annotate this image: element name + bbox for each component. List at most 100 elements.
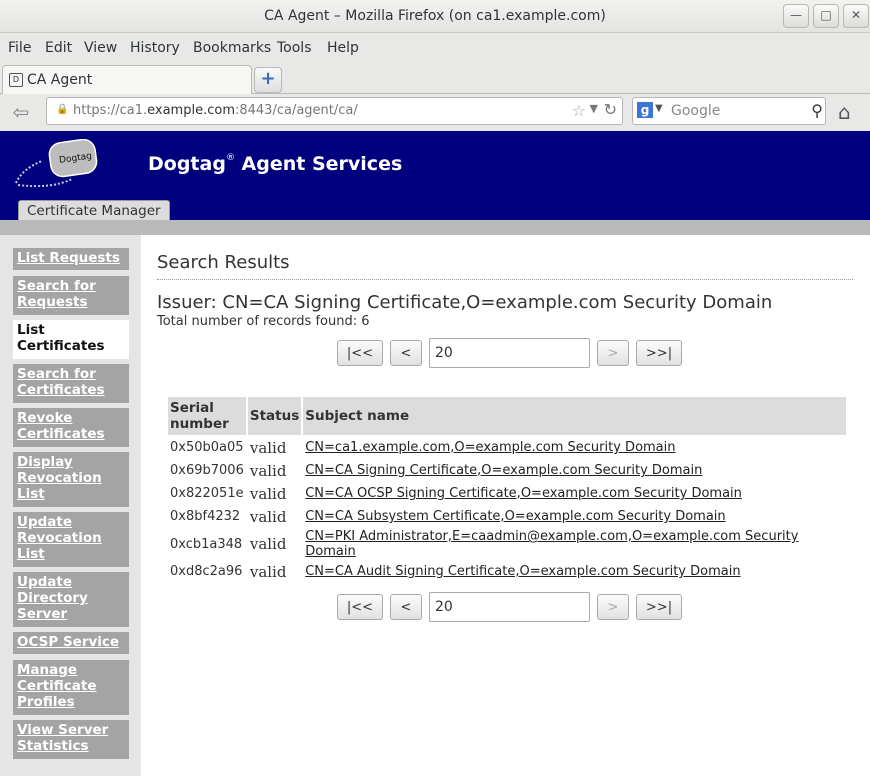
sidebar-item-label[interactable]: Update Revocation List bbox=[17, 514, 102, 562]
window-title: CA Agent – Mozilla Firefox (on ca1.examp… bbox=[264, 8, 606, 24]
status-value: valid bbox=[249, 461, 287, 480]
menu-file[interactable]: File bbox=[8, 40, 31, 56]
status-value: valid bbox=[249, 484, 287, 503]
reload-icon[interactable]: ↻ bbox=[604, 100, 617, 119]
first-page-button[interactable]: |<< bbox=[337, 594, 383, 620]
sidebar-item-revoke-certificates[interactable]: Revoke Certificates bbox=[13, 408, 129, 447]
back-arrow-icon: ⇦ bbox=[12, 100, 30, 124]
window-titlebar: CA Agent – Mozilla Firefox (on ca1.examp… bbox=[0, 0, 870, 33]
tab-label: CA Agent bbox=[27, 72, 93, 88]
sidebar-item-label[interactable]: Update Directory Server bbox=[17, 574, 88, 622]
issuer-heading: Issuer: CN=CA Signing Certificate,O=exam… bbox=[157, 292, 773, 313]
favicon-icon: D bbox=[9, 73, 23, 87]
sidebar-item-manage-certificate-profiles[interactable]: Manage Certificate Profiles bbox=[13, 660, 129, 715]
sidebar-item-label[interactable]: OCSP Service bbox=[17, 634, 119, 650]
subject-link[interactable]: CN=PKI Administrator,E=caadmin@example.c… bbox=[305, 529, 798, 559]
menu-view[interactable]: View bbox=[84, 40, 117, 56]
column-header-subject: Subject name bbox=[303, 397, 847, 435]
column-header-serial: Serial number bbox=[168, 397, 246, 435]
back-button[interactable]: ⇦ bbox=[6, 99, 36, 125]
dogtag-logo: Dogtag bbox=[15, 139, 98, 187]
menu-bookmarks[interactable]: Bookmarks bbox=[193, 40, 271, 56]
status-value: valid bbox=[249, 507, 287, 526]
sidebar-item-list-requests[interactable]: List Requests bbox=[13, 248, 129, 270]
menu-help[interactable]: Help bbox=[327, 40, 359, 56]
sidebar-item-label[interactable]: Search for Requests bbox=[17, 278, 96, 310]
close-button[interactable]: ✕ bbox=[843, 4, 869, 28]
sidebar-item-display-revocation-list[interactable]: Display Revocation List bbox=[13, 452, 129, 507]
sidebar-item-label[interactable]: Manage Certificate Profiles bbox=[17, 662, 97, 710]
status-value: valid bbox=[249, 438, 287, 457]
next-page-button[interactable]: > bbox=[597, 594, 629, 620]
tab-ca-agent[interactable]: D CA Agent bbox=[2, 65, 252, 94]
close-icon: ✕ bbox=[850, 8, 862, 22]
table-row: 0x8bf4232 valid CN=CA Subsystem Certific… bbox=[168, 506, 846, 527]
maximize-button[interactable]: □ bbox=[813, 4, 839, 28]
app-title: Dogtag® Agent Services bbox=[148, 153, 403, 175]
sidebar-item-label[interactable]: View Server Statistics bbox=[17, 722, 108, 754]
new-tab-button[interactable]: + bbox=[254, 67, 282, 93]
sidebar-item-update-revocation-list[interactable]: Update Revocation List bbox=[13, 512, 129, 567]
chevron-down-icon[interactable]: ▼ bbox=[590, 102, 598, 115]
minimize-icon: — bbox=[790, 8, 802, 22]
menu-bar: File Edit View History Bookmarks Tools H… bbox=[0, 36, 870, 60]
pager-top: |<< < 20 > >>| bbox=[337, 338, 683, 368]
sidebar-item-search-requests[interactable]: Search for Requests bbox=[13, 276, 129, 315]
subject-link[interactable]: CN=CA OCSP Signing Certificate,O=example… bbox=[305, 486, 742, 501]
subject-link[interactable]: CN=CA Subsystem Certificate,O=example.co… bbox=[305, 509, 725, 524]
menu-tools[interactable]: Tools bbox=[277, 40, 312, 56]
bookmark-star-icon[interactable]: ☆ bbox=[572, 101, 586, 120]
last-page-button[interactable]: >>| bbox=[636, 594, 682, 620]
chevron-down-icon[interactable]: ▼ bbox=[655, 103, 663, 114]
menu-edit[interactable]: Edit bbox=[45, 40, 72, 56]
maximize-icon: □ bbox=[820, 8, 832, 22]
page-header: Dogtag Dogtag® Agent Services Certificat… bbox=[0, 131, 870, 221]
results-table: Serial number Status Subject name 0x50b0… bbox=[166, 395, 848, 584]
search-bar[interactable]: g ▼ Google ⚲ bbox=[632, 97, 826, 125]
title-divider bbox=[157, 279, 853, 280]
subject-link[interactable]: CN=CA Signing Certificate,O=example.com … bbox=[305, 463, 702, 478]
serial-number: 0x69b7006 bbox=[170, 463, 244, 478]
sidebar-item-update-directory-server[interactable]: Update Directory Server bbox=[13, 572, 129, 627]
prev-page-button[interactable]: < bbox=[390, 594, 422, 620]
record-count: Total number of records found: 6 bbox=[157, 314, 370, 329]
tab-bar: D CA Agent + bbox=[0, 63, 870, 94]
first-page-button[interactable]: |<< bbox=[337, 340, 383, 366]
sidebar-item-label[interactable]: Revoke Certificates bbox=[17, 410, 105, 442]
prev-page-button[interactable]: < bbox=[390, 340, 422, 366]
table-row: 0x50b0a05 valid CN=ca1.example.com,O=exa… bbox=[168, 437, 846, 458]
url-bar[interactable]: 🔒 https://ca1.example.com:8443/ca/agent/… bbox=[46, 97, 623, 125]
page-size-input[interactable]: 20 bbox=[429, 592, 590, 622]
search-placeholder: Google bbox=[671, 103, 721, 119]
page-size-input[interactable]: 20 bbox=[429, 338, 590, 368]
plus-icon: + bbox=[260, 68, 276, 89]
lock-icon: 🔒 bbox=[56, 104, 69, 115]
page-title: Search Results bbox=[157, 252, 290, 273]
subject-link[interactable]: CN=ca1.example.com,O=example.com Securit… bbox=[305, 440, 675, 455]
pager-bottom: |<< < 20 > >>| bbox=[337, 592, 683, 622]
sidebar-item-view-server-statistics[interactable]: View Server Statistics bbox=[13, 720, 129, 759]
minimize-button[interactable]: — bbox=[783, 4, 809, 28]
search-icon[interactable]: ⚲ bbox=[811, 101, 823, 120]
status-value: valid bbox=[249, 562, 287, 581]
column-header-status: Status bbox=[247, 397, 302, 435]
table-row: 0x822051e valid CN=CA OCSP Signing Certi… bbox=[168, 483, 846, 504]
table-header-row: Serial number Status Subject name bbox=[168, 397, 847, 435]
next-page-button[interactable]: > bbox=[597, 340, 629, 366]
subject-link[interactable]: CN=CA Audit Signing Certificate,O=exampl… bbox=[305, 564, 740, 579]
home-icon[interactable]: ⌂ bbox=[838, 100, 851, 124]
serial-number: 0x50b0a05 bbox=[170, 440, 244, 455]
menu-history[interactable]: History bbox=[130, 40, 180, 56]
main-content: Search Results Issuer: CN=CA Signing Cer… bbox=[141, 235, 870, 776]
sidebar-item-label[interactable]: Search for Certificates bbox=[17, 366, 105, 398]
sidebar-item-label[interactable]: Display Revocation List bbox=[17, 454, 102, 502]
serial-number: 0x822051e bbox=[170, 486, 244, 501]
sidebar-item-search-certificates[interactable]: Search for Certificates bbox=[13, 364, 129, 403]
last-page-button[interactable]: >>| bbox=[636, 340, 682, 366]
tab-certificate-manager[interactable]: Certificate Manager bbox=[18, 200, 170, 221]
serial-number: 0x8bf4232 bbox=[170, 509, 241, 524]
sidebar-item-ocsp-service[interactable]: OCSP Service bbox=[13, 632, 129, 654]
google-icon: g bbox=[637, 102, 653, 118]
sidebar-item-label[interactable]: List Requests bbox=[17, 250, 120, 266]
sidebar-item-list-certificates: List Certificates bbox=[13, 320, 129, 359]
